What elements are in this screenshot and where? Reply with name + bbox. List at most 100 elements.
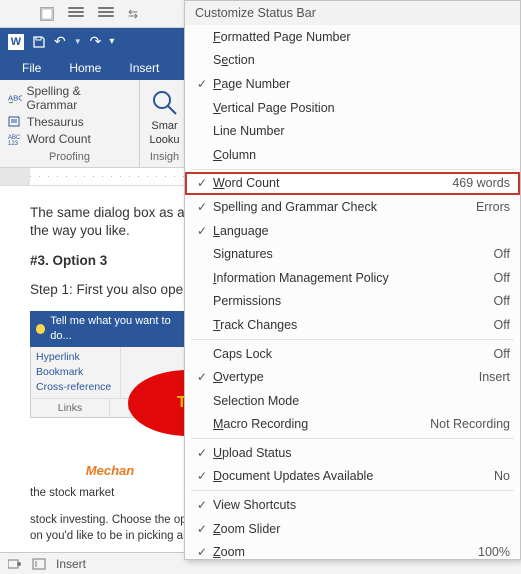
menu-item-overtype[interactable]: ✓OvertypeInsert <box>185 365 520 389</box>
tab-home[interactable]: Home <box>55 56 115 80</box>
menu-item-value: Errors <box>476 200 510 214</box>
bulb-icon <box>36 324 45 334</box>
menu-item-label: Information Management Policy <box>213 271 494 285</box>
menu-item-value: 100% <box>478 545 510 559</box>
menu-item-line-number[interactable]: Line Number <box>185 119 520 143</box>
thesaurus-icon <box>8 115 22 129</box>
menu-item-label: Language <box>213 224 510 238</box>
menu-item-macro-recording[interactable]: Macro RecordingNot Recording <box>185 413 520 437</box>
tab-file[interactable]: File <box>8 56 55 80</box>
indent-decrease-icon[interactable] <box>68 7 84 21</box>
customize-status-bar-menu: Customize Status Bar Formatted Page Numb… <box>184 0 521 560</box>
menu-item-value: Off <box>494 247 510 261</box>
menu-item-label: Vertical Page Position <box>213 101 510 115</box>
spelling-check-icon: ABC <box>8 91 22 105</box>
indent-increase-icon[interactable] <box>98 7 114 21</box>
status-insert[interactable]: Insert <box>56 557 86 571</box>
menu-item-section[interactable]: Section <box>185 49 520 73</box>
menu-item-label: Permissions <box>213 294 494 308</box>
menu-item-view-shortcuts[interactable]: ✓View Shortcuts <box>185 493 520 517</box>
menu-item-value: Off <box>494 318 510 332</box>
overtype-icon[interactable] <box>32 558 46 570</box>
word-count-button[interactable]: ABC123 Word Count <box>8 132 131 146</box>
spelling-grammar-button[interactable]: ABC Spelling & Grammar <box>8 84 131 112</box>
group-insights: Smar Looku Insigh <box>140 80 190 167</box>
menu-item-label: Spelling and Grammar Check <box>213 200 476 214</box>
menu-item-permissions[interactable]: PermissionsOff <box>185 290 520 314</box>
mini-crossref: Cross-reference <box>36 380 115 394</box>
undo-dropdown-icon[interactable]: ▼ <box>74 37 82 46</box>
doc-text: The same dialog box as ab <box>30 205 192 220</box>
check-icon: ✓ <box>191 224 213 238</box>
menu-item-formatted-page-number[interactable]: Formatted Page Number <box>185 25 520 49</box>
check-icon: ✓ <box>191 176 213 190</box>
menu-item-label: Track Changes <box>213 318 494 332</box>
word-count-icon: ABC123 <box>8 132 22 146</box>
menu-item-caps-lock[interactable]: Caps LockOff <box>185 342 520 366</box>
tab-insert[interactable]: Insert <box>115 56 173 80</box>
menu-item-column[interactable]: Column <box>185 143 520 167</box>
menu-item-signatures[interactable]: SignaturesOff <box>185 242 520 266</box>
paste-icon[interactable] <box>40 7 54 21</box>
spelling-grammar-label: Spelling & Grammar <box>27 84 131 112</box>
menu-item-label: Formatted Page Number <box>213 30 510 44</box>
undo-icon[interactable]: ↶ <box>54 33 66 50</box>
group-proofing: ABC Spelling & Grammar Thesaurus ABC123 … <box>0 80 140 167</box>
macro-record-icon[interactable] <box>8 558 22 570</box>
menu-item-label: Zoom Slider <box>213 522 510 536</box>
menu-item-zoom[interactable]: ✓Zoom100% <box>185 540 520 564</box>
menu-item-upload-status[interactable]: ✓Upload Status <box>185 441 520 465</box>
menu-item-selection-mode[interactable]: Selection Mode <box>185 389 520 413</box>
menu-item-value: No <box>494 469 510 483</box>
check-icon: ✓ <box>191 469 213 483</box>
menu-item-label: View Shortcuts <box>213 498 510 512</box>
check-icon: ✓ <box>191 522 213 536</box>
menu-item-label: Section <box>213 53 510 67</box>
menu-item-value: Insert <box>479 370 510 384</box>
svg-text:ABC: ABC <box>8 94 22 103</box>
menu-item-value: Off <box>494 347 510 361</box>
customize-qat-icon[interactable]: ▾ <box>109 36 114 47</box>
menu-item-language[interactable]: ✓Language <box>185 219 520 243</box>
check-icon: ✓ <box>191 498 213 512</box>
menu-item-zoom-slider[interactable]: ✓Zoom Slider <box>185 517 520 541</box>
menu-item-label: Document Updates Available <box>213 469 494 483</box>
menu-item-document-updates-available[interactable]: ✓Document Updates AvailableNo <box>185 465 520 489</box>
thesaurus-button[interactable]: Thesaurus <box>8 115 131 129</box>
lookup-label-1: Smar <box>151 120 177 132</box>
menu-item-value: 469 words <box>452 176 510 190</box>
menu-item-value: Not Recording <box>430 417 510 431</box>
smart-lookup-button[interactable]: Smar Looku <box>140 84 190 146</box>
save-icon[interactable] <box>32 35 46 49</box>
proofing-group-label: Proofing <box>8 149 131 163</box>
menu-item-label: Caps Lock <box>213 347 494 361</box>
tell-me-label: Tell me what you want to do... <box>50 314 184 344</box>
menu-item-label: Selection Mode <box>213 394 510 408</box>
doc-text: the way you like. <box>30 223 130 238</box>
svg-text:123: 123 <box>8 141 19 146</box>
menu-item-label: Macro Recording <box>213 417 430 431</box>
menu-item-label: Line Number <box>213 124 510 138</box>
menu-item-page-number[interactable]: ✓Page Number <box>185 72 520 96</box>
check-icon: ✓ <box>191 77 213 91</box>
menu-item-information-management-policy[interactable]: Information Management PolicyOff <box>185 266 520 290</box>
thesaurus-label: Thesaurus <box>27 115 84 129</box>
lookup-label-2: Looku <box>150 134 180 146</box>
menu-item-value: Off <box>494 271 510 285</box>
word-app-icon: W <box>8 34 24 50</box>
menu-item-label: Zoom <box>213 545 478 559</box>
menu-item-vertical-page-position[interactable]: Vertical Page Position <box>185 96 520 120</box>
menu-item-label: Signatures <box>213 247 494 261</box>
check-icon: ✓ <box>191 200 213 214</box>
menu-item-word-count[interactable]: ✓Word Count469 words <box>185 172 520 196</box>
doc-text: stock investing. Choose the optic <box>30 514 198 526</box>
menu-title: Customize Status Bar <box>185 1 520 25</box>
menu-item-value: Off <box>494 294 510 308</box>
mini-hyperlink: Hyperlink <box>36 350 115 364</box>
menu-item-label: Upload Status <box>213 446 510 460</box>
check-icon: ✓ <box>191 446 213 460</box>
toggle-icon[interactable]: ⇆ <box>128 7 138 21</box>
redo-icon[interactable]: ↷ <box>90 33 102 50</box>
menu-item-track-changes[interactable]: Track ChangesOff <box>185 313 520 337</box>
menu-item-spelling-and-grammar-check[interactable]: ✓Spelling and Grammar CheckErrors <box>185 195 520 219</box>
